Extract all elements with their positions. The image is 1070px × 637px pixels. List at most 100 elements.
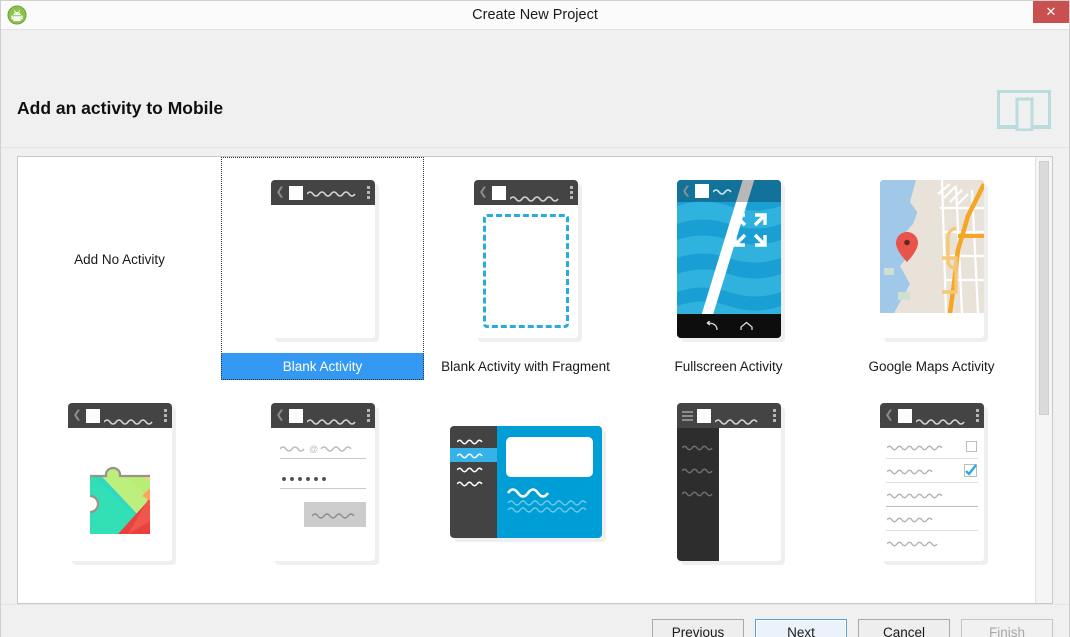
template-list: Add No Activity ❮ Blank Activity ❮ Blank… xyxy=(18,157,1035,603)
overflow-menu-icon xyxy=(772,409,776,422)
template-label-6 xyxy=(221,576,424,603)
back-chevron-icon: ❮ xyxy=(478,186,488,198)
map-preview xyxy=(879,180,984,313)
nav-drawer-preview xyxy=(676,403,781,561)
drawer-item xyxy=(680,491,713,497)
svg-text:@: @ xyxy=(309,444,318,453)
app-logo-placeholder xyxy=(85,408,100,423)
template-label-4: Google Maps Activity xyxy=(868,359,995,374)
template-label-5 xyxy=(18,576,221,603)
detail-text-lines-icon xyxy=(506,488,587,513)
template-tile-play-services[interactable]: ❮ xyxy=(18,380,221,603)
template-label-9 xyxy=(830,576,1033,603)
gallery-scrollbar[interactable] xyxy=(1035,157,1052,603)
template-tile-blank-activity[interactable]: ❮ Blank Activity xyxy=(221,157,424,380)
title-bar: Create New Project ✕ xyxy=(1,1,1069,30)
tile-art: ❮ xyxy=(18,380,221,576)
detail-card xyxy=(505,437,593,477)
title-placeholder-icon xyxy=(306,189,363,197)
content-area xyxy=(67,428,172,561)
title-placeholder-icon xyxy=(713,412,769,425)
action-bar: ❮ xyxy=(270,403,375,428)
template-gallery: Add No Activity ❮ Blank Activity ❮ Blank… xyxy=(17,156,1053,604)
checkbox-unchecked-icon xyxy=(965,441,977,452)
drawer-item xyxy=(680,468,713,474)
template-tile-blank-activity-with-fragment[interactable]: ❮ Blank Activity with Fragment xyxy=(424,157,627,380)
detail-pane xyxy=(496,426,602,538)
title-placeholder-icon xyxy=(712,182,735,200)
tablet-phone-icon xyxy=(996,89,1052,132)
template-tile-fullscreen-activity[interactable]: ❮ Fullscreen Activity xyxy=(627,157,830,380)
back-chevron-icon: ❮ xyxy=(884,409,894,421)
overflow-menu-icon xyxy=(975,409,979,422)
previous-button[interactable]: Previous xyxy=(652,618,744,637)
cancel-button[interactable]: Cancel xyxy=(858,618,950,637)
close-icon[interactable]: ✕ xyxy=(1033,1,1069,23)
template-tile-master-detail-flow[interactable] xyxy=(424,380,627,603)
tile-caption-0 xyxy=(18,353,221,380)
settings-row xyxy=(880,507,984,530)
content-pane xyxy=(718,428,781,561)
hamburger-menu-icon xyxy=(681,410,693,421)
gallery-area: Add No Activity ❮ Blank Activity ❮ Blank… xyxy=(1,148,1069,604)
back-chevron-icon: ❮ xyxy=(275,186,285,198)
expand-arrows-icon xyxy=(732,213,767,247)
back-chevron-icon: ❮ xyxy=(275,409,285,421)
next-button[interactable]: Next xyxy=(755,618,847,637)
title-placeholder-icon xyxy=(306,412,363,425)
password-dots-icon xyxy=(281,477,326,481)
settings-row xyxy=(880,483,984,506)
template-tile-google-maps-activity[interactable]: ❮ xyxy=(830,157,1033,380)
action-bar: ❮ xyxy=(473,180,578,205)
fullscreen-activity-preview: ❮ xyxy=(676,180,781,338)
content-area xyxy=(270,205,375,338)
app-logo-placeholder xyxy=(696,408,711,423)
app-logo-placeholder xyxy=(288,408,303,423)
navigation-drawer xyxy=(676,428,719,561)
finish-button: Finish xyxy=(961,618,1053,637)
overflow-menu-icon xyxy=(366,186,370,199)
email-placeholder-icon: @ xyxy=(278,444,352,454)
tile-art xyxy=(424,380,627,576)
scrollbar-thumb[interactable] xyxy=(1039,161,1049,415)
list-item xyxy=(450,476,497,490)
settings-list xyxy=(879,428,984,561)
home-icon xyxy=(739,321,753,330)
page-title: Add an activity to Mobile xyxy=(17,98,224,118)
template-label-3: Fullscreen Activity xyxy=(674,359,783,374)
content-area: @ xyxy=(270,428,375,561)
tile-art: ❮ xyxy=(424,157,627,353)
window-title: Create New Project xyxy=(472,6,598,23)
password-underline xyxy=(279,488,366,489)
maps-activity-preview: ❮ xyxy=(879,180,984,338)
action-bar: ❮ xyxy=(676,180,781,202)
list-item-selected xyxy=(449,448,497,462)
template-tile-navigation-drawer-activity[interactable] xyxy=(627,380,830,603)
password-field xyxy=(279,470,366,489)
template-tile-settings-activity[interactable]: ❮ xyxy=(830,380,1033,603)
list-item xyxy=(450,434,497,448)
dialog-footer: Previous Next Cancel Finish xyxy=(1,604,1069,637)
action-bar xyxy=(676,403,781,428)
title-placeholder-icon xyxy=(103,412,160,425)
template-tile-add-no-activity[interactable]: Add No Activity xyxy=(18,157,221,380)
play-services-preview: ❮ xyxy=(67,403,172,561)
app-logo-placeholder xyxy=(491,185,506,200)
master-detail-preview xyxy=(449,426,602,538)
action-bar: ❮ xyxy=(67,403,172,428)
list-item xyxy=(450,462,497,476)
title-placeholder-icon xyxy=(915,412,972,425)
tile-art: ❮ xyxy=(221,157,424,353)
settings-row xyxy=(880,459,984,482)
action-bar: ❮ xyxy=(879,403,984,428)
template-tile-login-activity[interactable]: ❮ @ xyxy=(221,380,424,603)
template-label-2: Blank Activity with Fragment xyxy=(441,359,610,374)
overflow-menu-icon xyxy=(366,409,370,422)
template-label-1: Blank Activity xyxy=(221,353,424,380)
title-placeholder-icon xyxy=(509,189,566,202)
template-label-7 xyxy=(424,576,627,603)
create-new-project-dialog: Create New Project ✕ Add an activity to … xyxy=(0,0,1070,637)
tile-art xyxy=(627,380,830,576)
action-bar: ❮ xyxy=(270,180,375,205)
email-field: @ xyxy=(278,440,366,459)
